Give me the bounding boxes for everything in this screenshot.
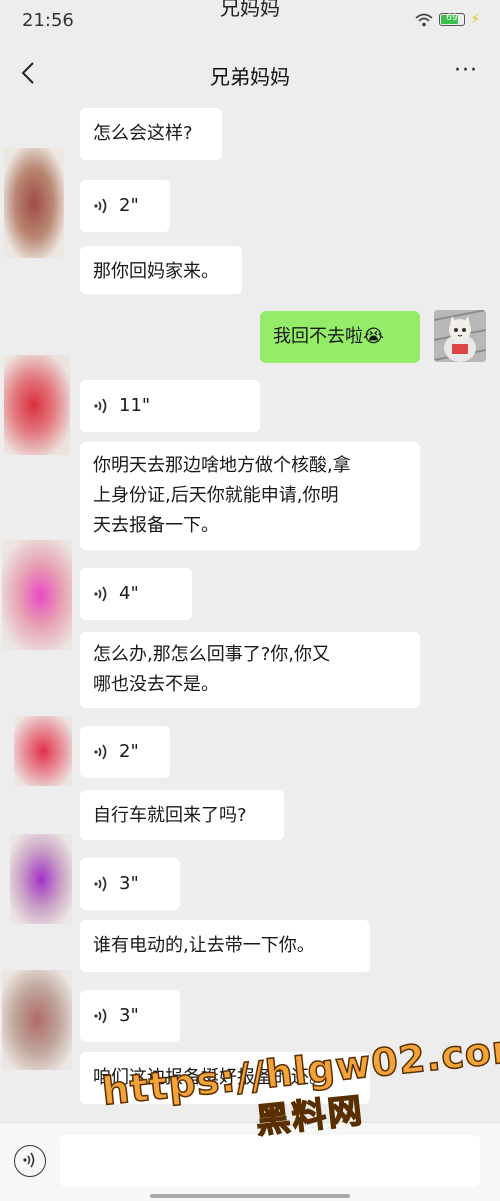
voice-wave-icon (94, 586, 107, 602)
voice-wave-icon (23, 1152, 35, 1168)
message-bubble[interactable]: 你明天去那边啥地方做个核酸,拿 上身份证,后天你就能申请,你明 天去报备一下。 (80, 442, 420, 550)
message-text: 我回不去啦😭 (273, 326, 385, 347)
voice-duration: 2" (119, 195, 139, 216)
voice-duration: 3" (119, 1005, 139, 1026)
message-bubble[interactable]: 咱们这边报备挺好报备的还。 (80, 1052, 370, 1104)
home-indicator (150, 1194, 350, 1198)
battery-icon: 69 (438, 13, 465, 26)
voice-message[interactable]: 2" (80, 726, 170, 778)
voice-wave-icon (94, 398, 107, 414)
chat-title: 兄弟妈妈 (210, 65, 290, 89)
avatar[interactable] (4, 148, 64, 258)
message-bubble[interactable]: 谁有电动的,让去带一下你。 (80, 920, 370, 972)
voice-duration: 11" (119, 395, 151, 416)
message-text: 那你回妈家来。 (93, 261, 219, 282)
voice-wave-icon (94, 1008, 107, 1024)
voice-duration: 3" (119, 873, 139, 894)
voice-duration: 2" (119, 741, 139, 762)
status-bar: 兄妈妈 21:56 69 ⚡ (0, 0, 500, 40)
voice-duration: 4" (119, 583, 139, 604)
status-time: 21:56 (22, 10, 74, 31)
message-bubble[interactable]: 怎么会这样? (80, 108, 222, 160)
voice-wave-icon (94, 744, 107, 760)
chat-header: 兄弟妈妈 ··· (0, 48, 500, 100)
voice-wave-icon (94, 876, 107, 892)
charging-icon: ⚡ (470, 12, 480, 27)
battery-level: 69 (446, 13, 458, 23)
message-line: 哪也没去不是。 (93, 674, 219, 695)
avatar[interactable] (2, 540, 72, 650)
voice-message[interactable]: 3" (80, 858, 180, 910)
message-line: 你明天去那边啥地方做个核酸,拿 (93, 455, 351, 476)
status-icons: 69 ⚡ (415, 12, 480, 27)
voice-message[interactable]: 11" (80, 380, 260, 432)
voice-wave-icon (94, 198, 107, 214)
message-bubble[interactable]: 怎么办,那怎么回事了?你,你又 哪也没去不是。 (80, 632, 420, 708)
avatar[interactable] (10, 834, 72, 924)
message-text: 自行车就回来了吗? (93, 805, 247, 826)
message-line: 天去报备一下。 (93, 515, 219, 536)
message-line: 怎么办,那怎么回事了?你,你又 (93, 644, 330, 665)
wifi-icon (415, 13, 433, 26)
voice-input-button[interactable] (14, 1145, 46, 1177)
voice-message[interactable]: 2" (80, 180, 170, 232)
message-bubble[interactable]: 自行车就回来了吗? (80, 790, 284, 840)
message-bubble-sent[interactable]: 我回不去啦😭 (260, 311, 420, 363)
avatar[interactable] (4, 355, 70, 455)
message-line: 上身份证,后天你就能申请,你明 (93, 485, 339, 506)
input-bar (0, 1122, 500, 1201)
voice-message[interactable]: 4" (80, 568, 192, 620)
message-text: 谁有电动的,让去带一下你。 (93, 935, 315, 956)
cat-avatar-icon (434, 310, 486, 362)
voice-message[interactable]: 3" (80, 990, 180, 1042)
message-text: 怎么会这样? (93, 123, 193, 144)
message-text: 咱们这边报备挺好报备的还。 (93, 1067, 327, 1088)
avatar[interactable] (14, 716, 72, 786)
user-avatar[interactable] (434, 310, 486, 362)
message-input[interactable] (60, 1135, 480, 1187)
more-options-icon[interactable]: ··· (454, 58, 478, 83)
message-bubble[interactable]: 那你回妈家来。 (80, 246, 242, 294)
avatar[interactable] (2, 970, 72, 1070)
